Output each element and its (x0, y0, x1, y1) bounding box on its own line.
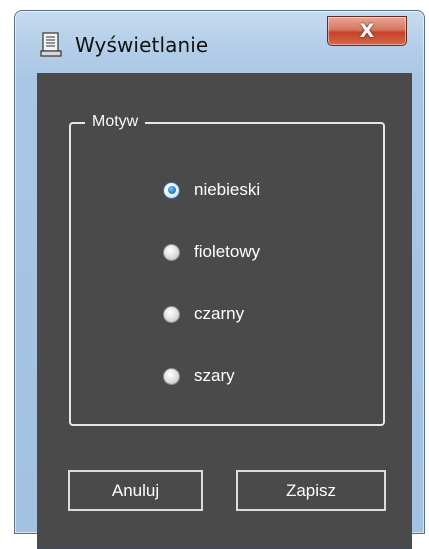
cancel-button[interactable]: Anuluj (68, 470, 203, 511)
close-icon: X (359, 19, 375, 42)
close-button[interactable]: X (327, 16, 407, 46)
radio-button[interactable] (163, 305, 180, 323)
radio-option-fioletowy[interactable]: fioletowy (163, 240, 260, 264)
save-button[interactable]: Zapisz (236, 470, 386, 511)
radio-button[interactable] (163, 367, 180, 385)
radio-button[interactable] (163, 243, 180, 261)
radio-option-szary[interactable]: szary (163, 364, 235, 388)
theme-group-legend: Motyw (85, 112, 146, 132)
dialog-client-area: Motyw niebieski fioletowy czarny szary A… (37, 73, 412, 549)
theme-group-box: Motyw niebieski fioletowy czarny szary (69, 112, 385, 426)
radio-label[interactable]: niebieski (194, 180, 260, 200)
document-icon (40, 32, 62, 57)
title-bar[interactable]: Wyświetlanie X (15, 11, 424, 73)
radio-label[interactable]: czarny (194, 304, 244, 324)
radio-label[interactable]: fioletowy (194, 242, 260, 262)
dialog-window: Wyświetlanie X Motyw niebieski fioletowy… (14, 10, 425, 549)
radio-label[interactable]: szary (194, 366, 235, 386)
window-title: Wyświetlanie (75, 33, 209, 57)
radio-option-czarny[interactable]: czarny (163, 302, 244, 326)
radio-button-selected[interactable] (163, 181, 180, 199)
radio-option-niebieski[interactable]: niebieski (163, 178, 260, 202)
